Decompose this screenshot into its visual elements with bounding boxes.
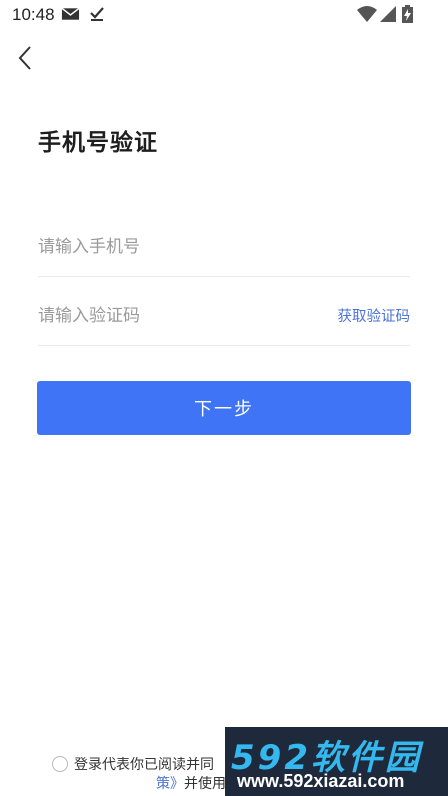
agreement-radio[interactable] xyxy=(52,756,68,772)
next-button[interactable]: 下一步 xyxy=(37,381,411,435)
privacy-policy-link[interactable]: 策》 xyxy=(156,776,184,792)
agreement-text-tail: 并使用 xyxy=(184,776,226,792)
chevron-left-icon xyxy=(18,46,31,70)
signal-icon xyxy=(380,6,396,22)
code-field: 获取验证码 xyxy=(38,286,410,346)
watermark-url: www.592xiazai.com xyxy=(237,771,405,791)
back-button[interactable] xyxy=(10,40,42,76)
mail-icon xyxy=(61,7,80,20)
phone-input[interactable] xyxy=(38,217,318,277)
watermark: 592软件园 www.592xiazai.com xyxy=(225,727,448,796)
get-code-button[interactable]: 获取验证码 xyxy=(338,305,411,326)
download-done-icon xyxy=(90,7,104,21)
code-divider xyxy=(38,345,410,346)
agreement-text: 登录代表你已阅读并同 xyxy=(74,757,214,773)
status-time: 10:48 xyxy=(12,5,55,24)
wifi-icon xyxy=(357,6,377,22)
login-verify-screen: 10:48 手机号验证 请输入手机号 请输入验证码 获取验证码 下一步 登录代表… xyxy=(0,0,448,796)
phone-divider xyxy=(38,276,410,277)
agreement-text-line2: 策》并使用 xyxy=(156,773,226,793)
status-bar: 10:48 xyxy=(0,0,448,30)
verification-code-input[interactable] xyxy=(38,286,318,346)
page-title: 手机号验证 xyxy=(38,130,158,156)
phone-field xyxy=(38,217,410,277)
battery-charging-icon xyxy=(402,5,413,23)
